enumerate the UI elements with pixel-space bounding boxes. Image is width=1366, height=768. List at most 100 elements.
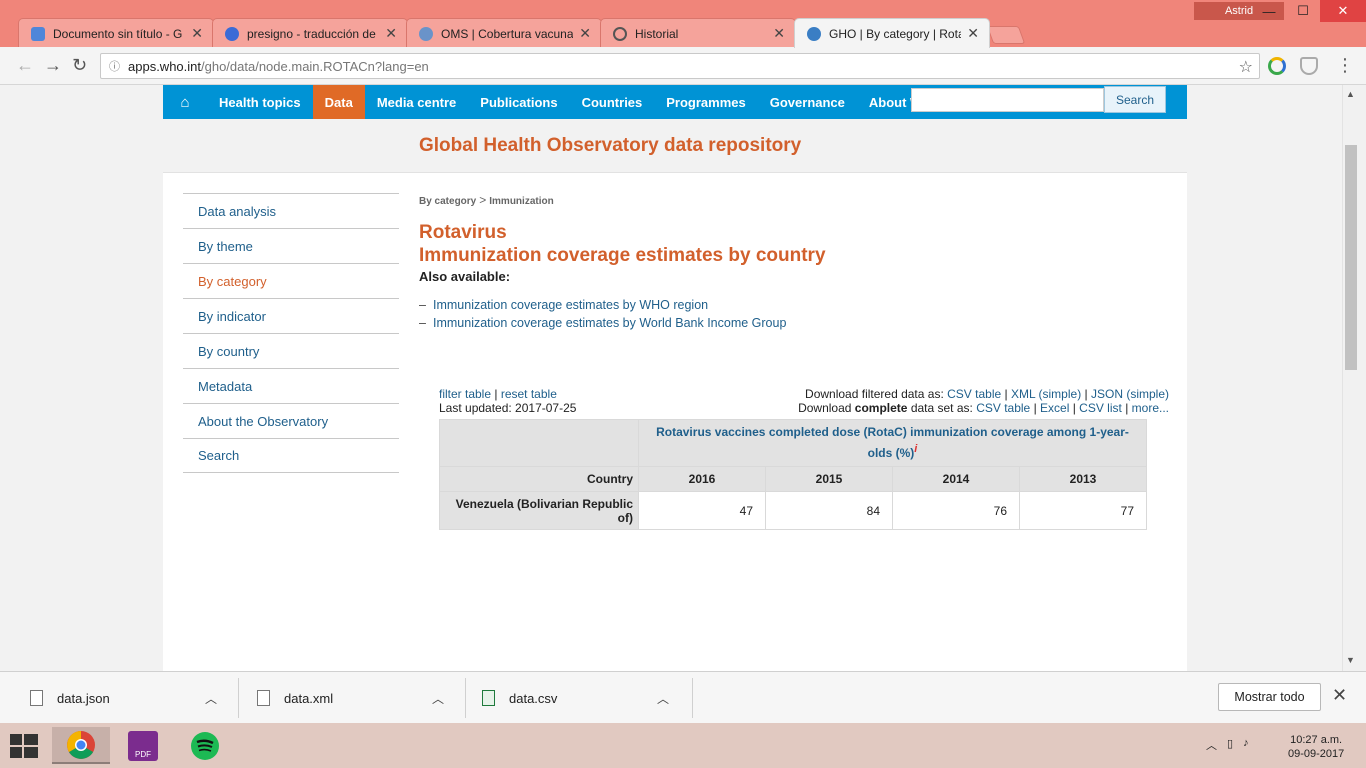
country-cell: Venezuela (Bolivarian Republic of) — [439, 491, 639, 530]
filter-table-link[interactable]: filter table — [439, 387, 491, 401]
sidebar-item-data-analysis[interactable]: Data analysis — [183, 193, 399, 228]
taskbar-spotify[interactable] — [176, 727, 234, 764]
close-icon[interactable]: ✕ — [967, 25, 979, 42]
close-icon[interactable]: ✕ — [579, 25, 591, 42]
window-controls: — ☐ ✕ — [1252, 0, 1366, 22]
scroll-down-icon[interactable]: ▼ — [1346, 655, 1355, 665]
chevron-up-icon[interactable]: ︿ — [1206, 737, 1217, 753]
download-more[interactable]: more... — [1132, 401, 1169, 415]
year-header: 2015 — [765, 466, 893, 492]
scrollbar-thumb[interactable] — [1345, 145, 1357, 370]
link-world-bank[interactable]: Immunization coverage estimates by World… — [433, 316, 786, 330]
pdf-icon: PDF — [128, 730, 158, 761]
xml-file-icon — [257, 690, 270, 706]
close-icon[interactable]: ✕ — [1332, 685, 1347, 706]
download-complete-csv[interactable]: CSV table — [976, 401, 1030, 415]
page-scrollbar[interactable]: ▲ ▼ — [1342, 85, 1366, 671]
volume-icon[interactable]: ♪ — [1243, 737, 1249, 753]
maximize-icon[interactable]: ☐ — [1286, 0, 1320, 22]
extension-icon[interactable] — [1268, 57, 1286, 75]
shield-icon[interactable] — [1300, 57, 1318, 75]
tab-historial[interactable]: Historial ✕ — [600, 18, 796, 48]
download-complete-csv-list[interactable]: CSV list — [1079, 401, 1122, 415]
year-header: 2013 — [1019, 466, 1147, 492]
download-filtered-xml[interactable]: XML (simple) — [1011, 387, 1081, 401]
download-filtered-json[interactable]: JSON (simple) — [1091, 387, 1169, 401]
chevron-up-icon[interactable]: ︿ — [657, 690, 669, 707]
chevron-up-icon[interactable]: ︿ — [205, 690, 217, 707]
download-item[interactable]: data.xml ︿ — [239, 678, 466, 718]
table-corner — [439, 419, 639, 467]
tab-presigno[interactable]: presigno - traducción de ✕ — [212, 18, 408, 48]
value-cell: 84 — [765, 491, 893, 530]
sidebar-item-about[interactable]: About the Observatory — [183, 403, 399, 438]
nav-governance[interactable]: Governance — [758, 85, 857, 119]
system-tray: ︿ ▯ ♪ — [1206, 737, 1249, 753]
tab-gho[interactable]: GHO | By category | Rota ✕ — [794, 18, 990, 48]
file-icon — [30, 690, 43, 706]
table-tools: filter table | reset table Download filt… — [439, 387, 1169, 415]
sidebar-item-search[interactable]: Search — [183, 438, 399, 473]
battery-icon[interactable]: ▯ — [1227, 737, 1233, 753]
nav-media-centre[interactable]: Media centre — [365, 85, 468, 119]
address-bar[interactable]: ⓘ apps.who.int/gho/data/node.main.ROTACn… — [100, 53, 1260, 79]
who-page: ⌂ Health topics Data Media centre Public… — [163, 85, 1187, 671]
back-icon[interactable]: ← — [16, 55, 34, 76]
nav-data[interactable]: Data — [312, 85, 365, 119]
data-table: Rotavirus vaccines completed dose (RotaC… — [439, 419, 1147, 530]
breadcrumb-immunization[interactable]: Immunization — [489, 196, 553, 207]
forward-icon[interactable]: → — [44, 55, 62, 76]
sidebar-item-by-indicator[interactable]: By indicator — [183, 298, 399, 333]
info-icon[interactable]: i — [914, 443, 917, 455]
history-icon — [613, 26, 627, 41]
excel-file-icon — [482, 690, 495, 706]
download-filtered-csv[interactable]: CSV table — [947, 387, 1001, 401]
breadcrumb-by-category[interactable]: By category — [419, 196, 476, 207]
profile-name: Astrid — [1224, 5, 1254, 17]
country-column-header: Country — [439, 466, 639, 492]
nav-publications[interactable]: Publications — [468, 85, 569, 119]
chevron-up-icon[interactable]: ︿ — [432, 690, 444, 707]
bookmark-star-icon[interactable]: ☆ — [1239, 57, 1253, 77]
page-banner: Global Health Observatory data repositor… — [163, 119, 1187, 173]
sidebar-item-by-country[interactable]: By country — [183, 333, 399, 368]
reload-icon[interactable]: ↻ — [72, 55, 87, 76]
breadcrumb: By category > Immunization — [419, 193, 554, 207]
close-icon[interactable]: ✕ — [773, 25, 785, 42]
nav-health-topics[interactable]: Health topics — [207, 85, 313, 119]
window-close-icon[interactable]: ✕ — [1320, 0, 1366, 22]
close-icon[interactable]: ✕ — [385, 25, 397, 42]
minimize-icon[interactable]: — — [1252, 0, 1286, 22]
who-icon — [419, 26, 433, 41]
taskbar-pdf-app[interactable]: PDF — [114, 727, 172, 764]
tab-oms[interactable]: OMS | Cobertura vacunal ✕ — [406, 18, 602, 48]
menu-icon[interactable]: ⋮ — [1336, 55, 1354, 76]
show-all-button[interactable]: Mostrar todo — [1218, 683, 1321, 711]
link-who-region[interactable]: Immunization coverage estimates by WHO r… — [433, 298, 708, 312]
new-tab-button[interactable] — [986, 26, 1026, 44]
info-icon[interactable]: ⓘ — [109, 58, 120, 74]
sidebar-item-by-category[interactable]: By category — [183, 263, 399, 298]
tab-documento[interactable]: Documento sin título - G ✕ — [18, 18, 214, 48]
taskbar-chrome[interactable] — [52, 727, 110, 764]
nav-programmes[interactable]: Programmes — [654, 85, 757, 119]
download-item[interactable]: data.json ︿ — [0, 678, 239, 718]
value-cell: 77 — [1019, 491, 1147, 530]
indicator-title: Immunization coverage estimates by count… — [419, 245, 826, 266]
sidebar-item-by-theme[interactable]: By theme — [183, 228, 399, 263]
download-complete-excel[interactable]: Excel — [1040, 401, 1069, 415]
scroll-up-icon[interactable]: ▲ — [1346, 89, 1355, 99]
table-row: Venezuela (Bolivarian Republic of) 47 84… — [439, 491, 1147, 530]
site-search-input[interactable] — [911, 88, 1104, 112]
home-icon[interactable]: ⌂ — [163, 94, 207, 111]
close-icon[interactable]: ✕ — [191, 25, 203, 42]
sidebar-item-metadata[interactable]: Metadata — [183, 368, 399, 403]
chrome-icon — [67, 730, 95, 759]
system-clock[interactable]: 10:27 a.m. 09-09-2017 — [1288, 733, 1344, 761]
reset-table-link[interactable]: reset table — [501, 387, 557, 401]
windows-start-icon[interactable] — [10, 734, 38, 758]
download-item[interactable]: data.csv ︿ — [466, 678, 693, 718]
indicator-header[interactable]: Rotavirus vaccines completed dose (RotaC… — [638, 419, 1147, 467]
site-search-button[interactable]: Search — [1104, 86, 1166, 113]
nav-countries[interactable]: Countries — [570, 85, 655, 119]
